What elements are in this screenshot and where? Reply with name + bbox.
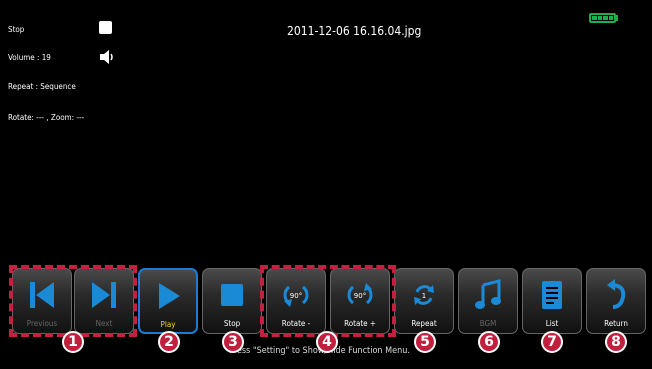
return-icon <box>587 277 645 313</box>
playback-status: Stop <box>8 25 25 34</box>
stop-icon <box>203 277 261 313</box>
callout-1: 1 <box>62 331 84 353</box>
play-button[interactable]: Play <box>138 268 198 334</box>
callout-2: 2 <box>158 331 180 353</box>
return-label: Return <box>604 319 628 328</box>
callout-4: 4 <box>316 331 338 353</box>
repeat-label: Repeat <box>411 319 437 328</box>
file-name: 2011-12-06 16.16.04.jpg <box>287 24 422 38</box>
bgm-button[interactable]: BGM <box>458 268 518 334</box>
battery-icon <box>589 13 618 23</box>
list-label: List <box>545 319 559 328</box>
stop-label: Stop <box>223 319 241 328</box>
callout-3: 3 <box>222 331 244 353</box>
music-note-icon <box>459 277 517 313</box>
play-label: Play <box>160 320 176 329</box>
repeat-mode-number: 1 <box>422 292 426 300</box>
speaker-icon <box>99 49 115 69</box>
play-icon <box>140 278 196 314</box>
callout-5: 5 <box>414 331 436 353</box>
volume-status: Volume : 19 <box>8 53 51 62</box>
callout-6: 6 <box>478 331 500 353</box>
callout-7: 7 <box>541 331 563 353</box>
list-icon <box>523 277 581 313</box>
highlight-box-rotate <box>260 265 396 337</box>
list-button[interactable]: List <box>522 268 582 334</box>
rotate-zoom-status: Rotate: --- , Zoom: --- <box>8 113 85 122</box>
bgm-label: BGM <box>479 319 497 328</box>
repeat-icon: 1 <box>395 277 453 313</box>
highlight-box-prev-next <box>9 265 137 337</box>
stop-button[interactable]: Stop <box>202 268 262 334</box>
repeat-button[interactable]: 1 Repeat <box>394 268 454 334</box>
callout-8: 8 <box>605 331 627 353</box>
repeat-status: Repeat : Sequence <box>8 82 76 91</box>
stop-status-icon <box>99 21 112 34</box>
return-button[interactable]: Return <box>586 268 646 334</box>
